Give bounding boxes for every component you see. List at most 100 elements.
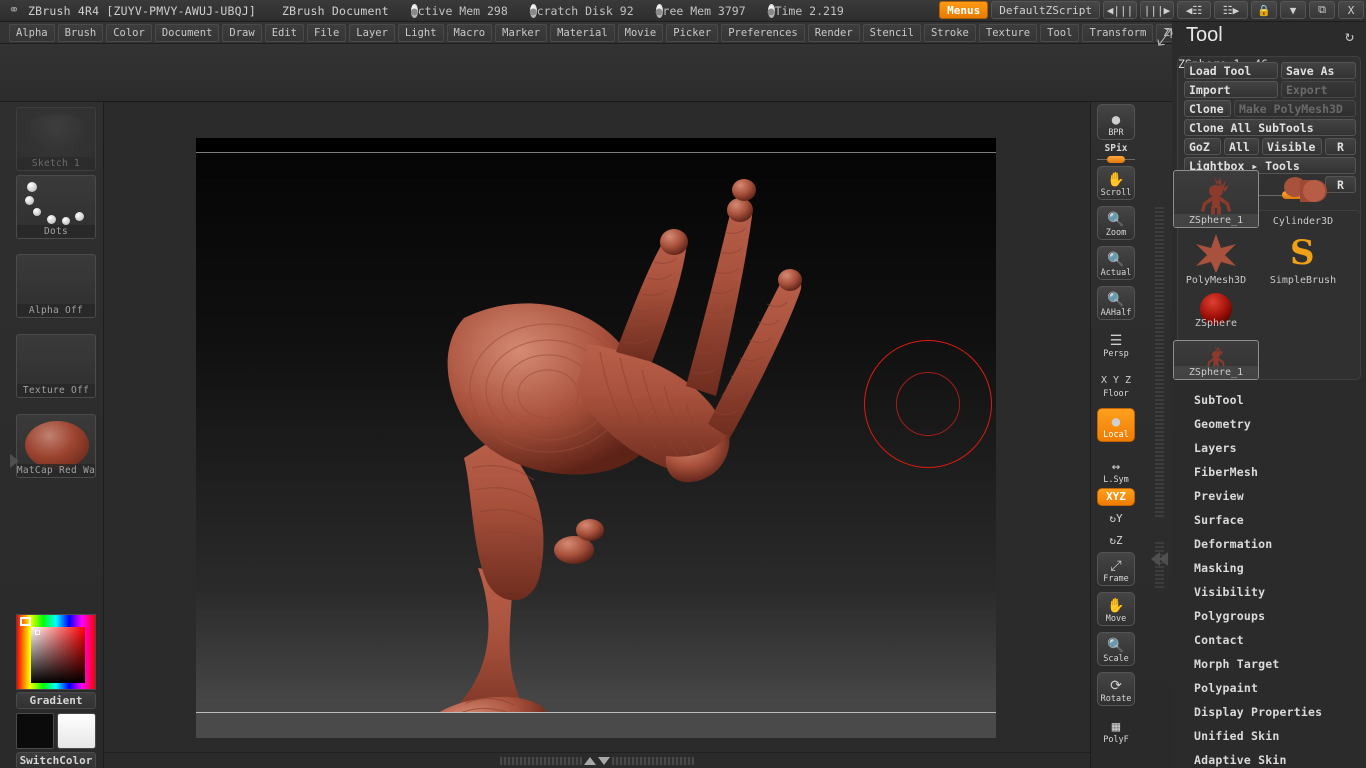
menu-item-render[interactable]: Render: [807, 23, 860, 42]
bpr-button[interactable]: ● BPR: [1097, 104, 1135, 140]
close-icon[interactable]: X: [1338, 1, 1364, 19]
tool-section-subtool[interactable]: SubTool: [1172, 388, 1366, 412]
scroll-down-icon[interactable]: [598, 756, 610, 765]
tool-thumb-cylinder3d[interactable]: Cylinder3D: [1260, 170, 1346, 228]
menu-item-transform[interactable]: Transform: [1082, 23, 1154, 42]
window-left-icon[interactable]: ◀☷: [1177, 1, 1211, 19]
saturation-field[interactable]: [31, 627, 85, 683]
scroll-button[interactable]: ✋ Scroll: [1097, 166, 1135, 200]
tool-section-geometry[interactable]: Geometry: [1172, 412, 1366, 436]
menu-item-color[interactable]: Color: [106, 23, 152, 42]
stroke-thumbnail[interactable]: Sketch 1: [16, 107, 96, 171]
tool-thumb-zsphere[interactable]: ZSphere: [1173, 288, 1259, 330]
texture-thumbnail[interactable]: Texture Off: [16, 334, 96, 398]
import-button[interactable]: Import: [1184, 81, 1278, 98]
tool-section-polygroups[interactable]: Polygroups: [1172, 604, 1366, 628]
floor-button[interactable]: X Y Z Floor: [1097, 366, 1135, 400]
left-shelf-collapse-handle[interactable]: [10, 402, 22, 522]
lock-icon[interactable]: 🔒: [1251, 1, 1277, 19]
document-canvas[interactable]: [196, 138, 996, 738]
canvas-bottom-scroll[interactable]: [104, 752, 1090, 768]
y-rotate-button[interactable]: ↻Y: [1097, 508, 1135, 530]
zoom-button[interactable]: 🔍 Zoom: [1097, 206, 1135, 240]
minimize-icon[interactable]: ▼: [1280, 1, 1306, 19]
alpha-thumbnail[interactable]: Alpha Off: [16, 254, 96, 318]
primary-color-swatch[interactable]: [16, 713, 54, 749]
gizmo-move-button[interactable]: ✋ Move: [1097, 592, 1135, 626]
window-right-icon[interactable]: ☷▶: [1214, 1, 1248, 19]
shelf-left-icon[interactable]: ◀|||: [1103, 1, 1137, 19]
brush-slot[interactable]: Dots: [16, 175, 96, 239]
menu-item-layer[interactable]: Layer: [349, 23, 395, 42]
tool-section-morph-target[interactable]: Morph Target: [1172, 652, 1366, 676]
z-rotate-button[interactable]: ↻Z: [1097, 530, 1135, 552]
menu-item-draw[interactable]: Draw: [222, 23, 262, 42]
clone-button[interactable]: Clone: [1184, 100, 1231, 117]
local-button[interactable]: ● Local: [1097, 408, 1135, 442]
tool-section-masking[interactable]: Masking: [1172, 556, 1366, 580]
tool-section-adaptive-skin[interactable]: Adaptive Skin: [1172, 748, 1366, 768]
menu-item-preferences[interactable]: Preferences: [721, 23, 805, 42]
brush-thumbnail[interactable]: Dots: [16, 175, 96, 239]
secondary-color-swatch[interactable]: [57, 713, 96, 749]
tool-section-contact[interactable]: Contact: [1172, 628, 1366, 652]
tool-thumb-polymesh3d[interactable]: PolyMesh3D: [1173, 229, 1259, 287]
gizmo-rotate-button[interactable]: ⟳ Rotate: [1097, 672, 1135, 706]
stroke-slot[interactable]: Sketch 1: [16, 107, 96, 171]
aahalf-button[interactable]: 🔍 AAHalf: [1097, 286, 1135, 320]
menu-item-texture[interactable]: Texture: [978, 23, 1038, 42]
menu-item-tool[interactable]: Tool: [1040, 23, 1080, 42]
alpha-slot[interactable]: Alpha Off: [16, 254, 96, 318]
tool-section-unified-skin[interactable]: Unified Skin: [1172, 724, 1366, 748]
tool-section-display-properties[interactable]: Display Properties: [1172, 700, 1366, 724]
menu-item-picker[interactable]: Picker: [666, 23, 719, 42]
tool-thumb-zsphere1[interactable]: ZSphere_1: [1173, 170, 1259, 228]
transp-button[interactable]: ▣: [1097, 752, 1135, 768]
tool-section-fibermesh[interactable]: FiberMesh: [1172, 460, 1366, 484]
tool-section-polypaint[interactable]: Polypaint: [1172, 676, 1366, 700]
goz-all-button[interactable]: All: [1224, 138, 1259, 155]
goz-r-button[interactable]: R: [1325, 138, 1356, 155]
tool-section-surface[interactable]: Surface: [1172, 508, 1366, 532]
clone-all-subtools-button[interactable]: Clone All SubTools: [1184, 119, 1356, 136]
persp-button[interactable]: ☰ Persp: [1097, 326, 1135, 360]
tool-thumb-simplebrush[interactable]: S SimpleBrush: [1260, 229, 1346, 287]
save-as-button[interactable]: Save As: [1281, 62, 1356, 79]
gradient-button[interactable]: Gradient: [16, 692, 96, 709]
frame-button[interactable]: ⤢ Frame: [1097, 552, 1135, 586]
material-thumbnail[interactable]: MatCap Red Wa: [16, 414, 96, 478]
menu-item-file[interactable]: File: [307, 23, 347, 42]
color-picker[interactable]: [16, 614, 96, 690]
actual-button[interactable]: 🔍 Actual: [1097, 246, 1135, 280]
goz-visible-button[interactable]: Visible: [1262, 138, 1322, 155]
polyf-button[interactable]: ▦ PolyF: [1097, 712, 1135, 746]
tool-section-visibility[interactable]: Visibility: [1172, 580, 1366, 604]
texture-slot[interactable]: Texture Off: [16, 334, 96, 398]
zscript-button[interactable]: DefaultZScript: [991, 1, 1100, 19]
menu-item-material[interactable]: Material: [550, 23, 615, 42]
refresh-icon[interactable]: ↻: [1345, 27, 1354, 45]
menus-button[interactable]: Menus: [939, 1, 989, 19]
material-slot[interactable]: MatCap Red Wa: [16, 414, 96, 478]
spix-slider[interactable]: [1097, 155, 1135, 163]
menu-item-stencil[interactable]: Stencil: [862, 23, 921, 42]
menu-item-document[interactable]: Document: [154, 23, 220, 42]
scroll-up-icon[interactable]: [584, 756, 596, 765]
menu-item-light[interactable]: Light: [397, 23, 444, 42]
load-tool-button[interactable]: Load Tool: [1184, 62, 1278, 79]
menu-item-movie[interactable]: Movie: [617, 23, 664, 42]
goz-button[interactable]: GoZ: [1184, 138, 1221, 155]
restore-icon[interactable]: ⧉: [1309, 1, 1335, 19]
menu-item-stroke[interactable]: Stroke: [923, 23, 976, 42]
menu-item-brush[interactable]: Brush: [57, 23, 104, 42]
menu-item-alpha[interactable]: Alpha: [9, 23, 55, 42]
spix-knob[interactable]: [1107, 156, 1125, 163]
tool-section-preview[interactable]: Preview: [1172, 484, 1366, 508]
menu-item-edit[interactable]: Edit: [264, 23, 304, 42]
shelf-right-icon[interactable]: |||▶: [1140, 1, 1174, 19]
tool-section-layers[interactable]: Layers: [1172, 436, 1366, 460]
xyz-button[interactable]: XYZ: [1097, 488, 1135, 506]
menu-item-marker[interactable]: Marker: [495, 23, 548, 42]
lsym-button[interactable]: ↔ L.Sym: [1097, 452, 1135, 486]
menu-item-macro[interactable]: Macro: [446, 23, 493, 42]
